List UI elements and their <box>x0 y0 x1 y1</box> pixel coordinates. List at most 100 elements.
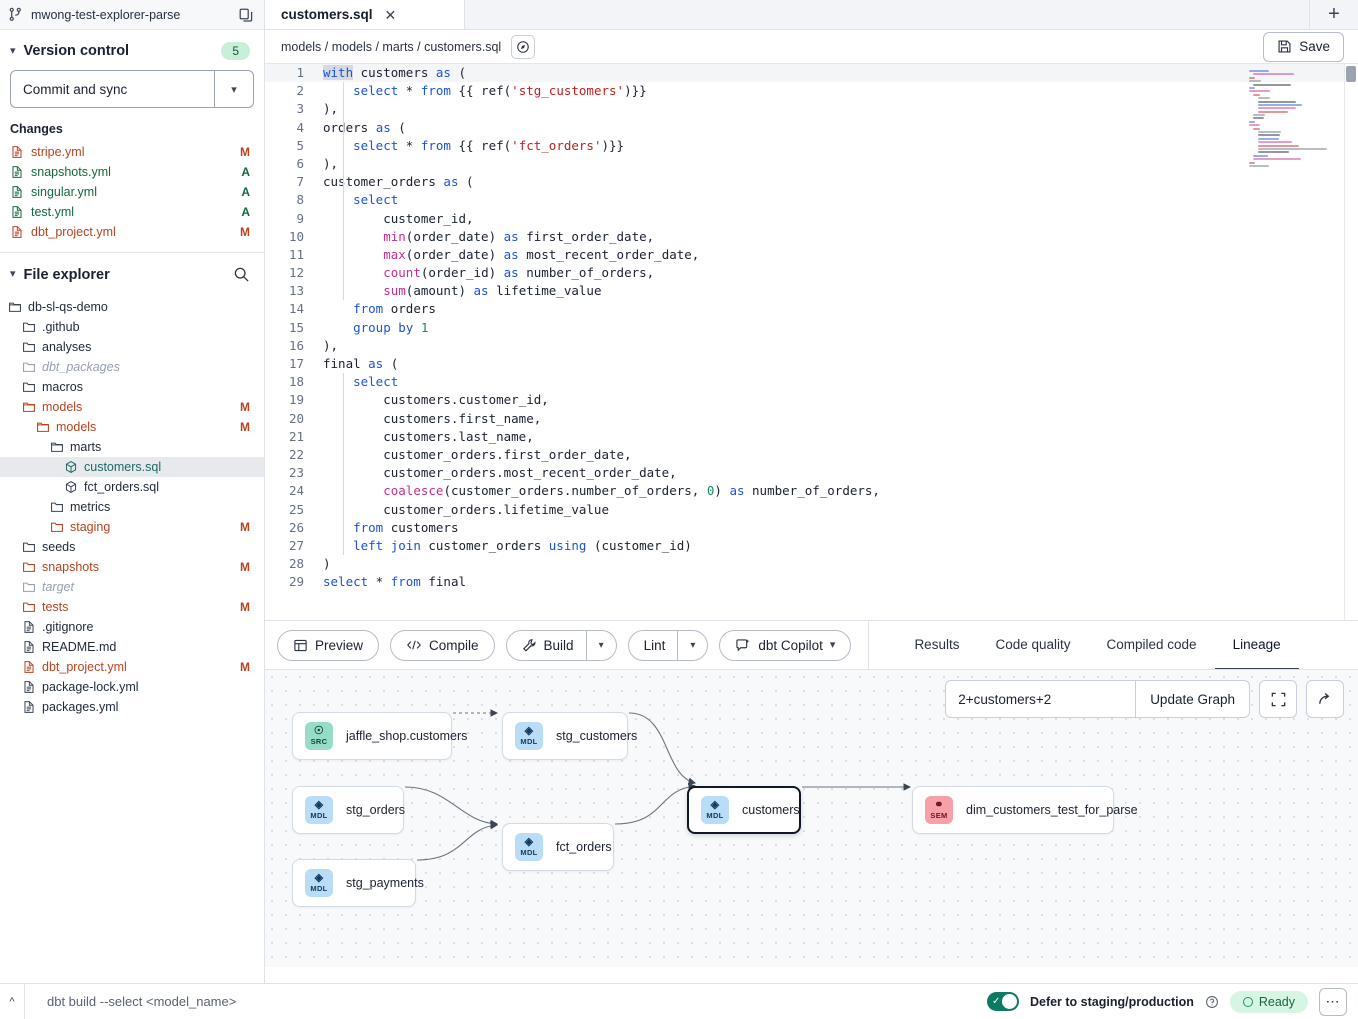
version-control-header[interactable]: ▾ Version control 5 <box>0 30 264 70</box>
tree-item-analyses[interactable]: analyses <box>0 337 264 357</box>
lineage-node-dim-customers-test-for-parse[interactable]: ⚭SEMdim_customers_test_for_parse <box>912 786 1114 834</box>
lineage-node-stg-customers[interactable]: ◈MDLstg_customers <box>502 712 628 760</box>
tree-item-fct-orders-sql[interactable]: fct_orders.sql <box>0 477 264 497</box>
lineage-node-customers[interactable]: ◈MDLcustomers <box>687 786 801 834</box>
lineage-node-jaffle-shop-customers[interactable]: ☉SRCjaffle_shop.customers <box>292 712 452 760</box>
code-line[interactable]: 23 customer_orders.most_recent_order_dat… <box>265 464 1358 482</box>
code-line[interactable]: 22 customer_orders.first_order_date, <box>265 446 1358 464</box>
code-line[interactable]: 2 select * from {{ ref('stg_customers')}… <box>265 82 1358 100</box>
code-lines[interactable]: 1with customers as (2 select * from {{ r… <box>265 64 1358 591</box>
tree-item-customers-sql[interactable]: customers.sql <box>0 457 264 477</box>
result-tab-code-quality[interactable]: Code quality <box>977 621 1088 670</box>
code-line[interactable]: 21 customers.last_name, <box>265 428 1358 446</box>
changed-file-row[interactable]: stripe.ymlM <box>0 142 264 162</box>
code-line[interactable]: 20 customers.first_name, <box>265 410 1358 428</box>
editor-tab-customers-sql[interactable]: customers.sql ✕ <box>265 0 465 29</box>
command-bar-input[interactable]: dbt build --select <model_name> <box>24 984 987 1019</box>
preview-button[interactable]: Preview <box>277 630 379 661</box>
result-tab-compiled-code[interactable]: Compiled code <box>1089 621 1215 670</box>
code-editor[interactable]: 1with customers as (2 select * from {{ r… <box>265 63 1358 620</box>
code-line[interactable]: 7customer_orders as ( <box>265 173 1358 191</box>
plus-icon[interactable]: + <box>1310 0 1358 29</box>
search-icon[interactable] <box>233 266 250 283</box>
changed-file-row[interactable]: dbt_project.ymlM <box>0 222 264 242</box>
code-line[interactable]: 15 group by 1 <box>265 319 1358 337</box>
code-line[interactable]: 13 sum(amount) as lifetime_value <box>265 282 1358 300</box>
code-line[interactable]: 10 min(order_date) as first_order_date, <box>265 228 1358 246</box>
code-line[interactable]: 17final as ( <box>265 355 1358 373</box>
code-line[interactable]: 18 select <box>265 373 1358 391</box>
tree-item-marts[interactable]: marts <box>0 437 264 457</box>
changed-file-row[interactable]: singular.ymlA <box>0 182 264 202</box>
compile-button[interactable]: Compile <box>390 630 495 661</box>
update-graph-button[interactable]: Update Graph <box>1135 680 1250 718</box>
tree-item-models[interactable]: modelsM <box>0 397 264 417</box>
changed-file-row[interactable]: snapshots.ymlA <box>0 162 264 182</box>
lineage-node-fct-orders[interactable]: ◈MDLfct_orders <box>502 823 614 871</box>
copilot-sparkle-icon <box>735 638 751 653</box>
save-button[interactable]: Save <box>1263 32 1344 62</box>
code-line[interactable]: 14 from orders <box>265 300 1358 318</box>
graph-selector-input[interactable] <box>945 680 1135 718</box>
result-tab-results[interactable]: Results <box>896 621 977 670</box>
tree-item--github[interactable]: .github <box>0 317 264 337</box>
code-line[interactable]: 6), <box>265 155 1358 173</box>
tree-item-dbt-packages[interactable]: dbt_packages <box>0 357 264 377</box>
tree-item-metrics[interactable]: metrics <box>0 497 264 517</box>
dbt-copilot-button[interactable]: dbt Copilot ▾ <box>719 630 851 661</box>
code-line[interactable]: 12 count(order_id) as number_of_orders, <box>265 264 1358 282</box>
commit-and-sync-button[interactable]: Commit and sync <box>10 70 214 108</box>
code-line[interactable]: 19 customers.customer_id, <box>265 391 1358 409</box>
code-line[interactable]: 8 select <box>265 191 1358 209</box>
file-explorer-header[interactable]: ▾ File explorer <box>0 253 264 295</box>
help-circle-icon[interactable] <box>1205 995 1219 1009</box>
tree-item-readme-md[interactable]: README.md <box>0 637 264 657</box>
ellipsis-icon[interactable]: ⋯ <box>1319 988 1347 1016</box>
tree-item-dbt-project-yml[interactable]: dbt_project.ymlM <box>0 657 264 677</box>
code-line[interactable]: 9 customer_id, <box>265 210 1358 228</box>
code-line[interactable]: 16), <box>265 337 1358 355</box>
copy-icon[interactable] <box>238 7 254 23</box>
code-line[interactable]: 24 coalesce(customer_orders.number_of_or… <box>265 482 1358 500</box>
tree-item-label: fct_orders.sql <box>84 480 250 494</box>
lint-button[interactable]: Lint <box>628 630 679 661</box>
code-line[interactable]: 27 left join customer_orders using (cust… <box>265 537 1358 555</box>
fullscreen-icon[interactable] <box>1259 680 1297 718</box>
commit-options-caret[interactable]: ▾ <box>214 70 254 108</box>
lint-options-caret[interactable]: ▾ <box>678 630 708 661</box>
tree-item-tests[interactable]: testsM <box>0 597 264 617</box>
lineage-node-stg-orders[interactable]: ◈MDLstg_orders <box>292 786 404 834</box>
lineage-graph-panel[interactable]: ☉SRCjaffle_shop.customers ◈MDLstg_custome… <box>265 669 1358 967</box>
tree-item-target[interactable]: target <box>0 577 264 597</box>
chevron-up-icon[interactable]: ^ <box>0 984 24 1019</box>
code-line[interactable]: 26 from customers <box>265 519 1358 537</box>
code-line[interactable]: 28) <box>265 555 1358 573</box>
redo-arrow-icon[interactable] <box>1306 680 1344 718</box>
result-tab-lineage[interactable]: Lineage <box>1215 621 1299 670</box>
compass-icon[interactable] <box>511 35 535 59</box>
tree-item-models[interactable]: modelsM <box>0 417 264 437</box>
changed-file-row[interactable]: test.ymlA <box>0 202 264 222</box>
close-icon[interactable]: ✕ <box>383 6 399 24</box>
scrollbar-thumb[interactable] <box>1346 66 1356 82</box>
code-line[interactable]: 29select * from final <box>265 573 1358 591</box>
build-options-caret[interactable]: ▾ <box>587 630 617 661</box>
code-line[interactable]: 25 customer_orders.lifetime_value <box>265 501 1358 519</box>
tree-item-package-lock-yml[interactable]: package-lock.yml <box>0 677 264 697</box>
code-line[interactable]: 4orders as ( <box>265 119 1358 137</box>
tree-item-db-sl-qs-demo[interactable]: db-sl-qs-demo <box>0 297 264 317</box>
tree-item-staging[interactable]: stagingM <box>0 517 264 537</box>
tree-item-seeds[interactable]: seeds <box>0 537 264 557</box>
build-button[interactable]: Build <box>506 630 587 661</box>
tree-item-macros[interactable]: macros <box>0 377 264 397</box>
code-line[interactable]: 5 select * from {{ ref('fct_orders')}} <box>265 137 1358 155</box>
defer-toggle[interactable]: ✓ <box>987 992 1019 1011</box>
editor-vertical-scrollbar[interactable] <box>1344 64 1358 620</box>
tree-item--gitignore[interactable]: .gitignore <box>0 617 264 637</box>
code-line[interactable]: 11 max(order_date) as most_recent_order_… <box>265 246 1358 264</box>
code-line[interactable]: 3), <box>265 100 1358 118</box>
code-line[interactable]: 1with customers as ( <box>265 64 1358 82</box>
tree-item-snapshots[interactable]: snapshotsM <box>0 557 264 577</box>
lineage-node-stg-payments[interactable]: ◈MDLstg_payments <box>292 859 416 907</box>
tree-item-packages-yml[interactable]: packages.yml <box>0 697 264 717</box>
